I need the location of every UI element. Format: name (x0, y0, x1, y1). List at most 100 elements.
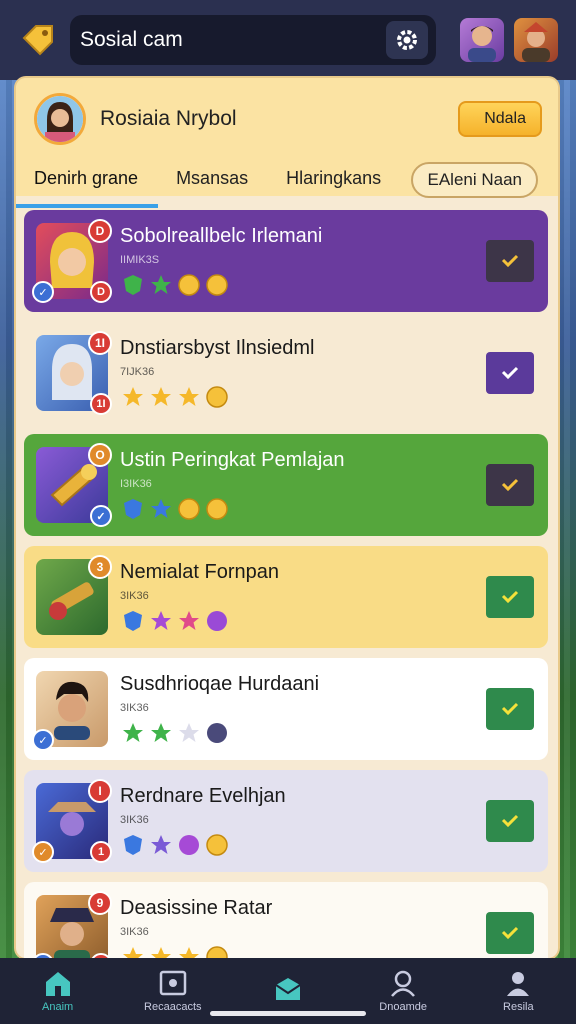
nav-records[interactable]: Recaacacts (123, 969, 223, 1013)
mail-icon (275, 978, 301, 1000)
list-item[interactable]: ✓ Susdhrioqae Hurdaani 3I​K36 (24, 658, 548, 760)
home-icon (45, 972, 70, 996)
star-icon (148, 272, 174, 298)
star-icon (148, 496, 174, 522)
level-badge: ✓ (32, 729, 54, 751)
check-icon (501, 702, 519, 716)
profile-name: Rosiaia Nrybol (100, 107, 237, 130)
bottom-navigation: Anaim Recaacacts Dnoamde Resila (0, 958, 576, 1024)
active-tab-indicator (16, 204, 158, 208)
gem-icon (176, 832, 202, 858)
row-subtitle: 3I​K36 (120, 925, 149, 938)
shield-icon (120, 608, 146, 634)
panel-header: Rosiaia Nrybol Ndala Denirh grane Msansa… (16, 78, 558, 208)
tag-icon[interactable] (18, 20, 58, 60)
list-item[interactable]: 3 Nemialat Fornpan 3I​K36 (24, 546, 548, 648)
token-icon (204, 720, 230, 746)
row-subtitle: I​I​M​IK3S (120, 253, 160, 266)
row-title: Nemialat Fornpan (120, 560, 279, 583)
star-icon (176, 944, 202, 958)
header-action-button[interactable]: Ndala (458, 101, 542, 137)
check-icon (501, 590, 519, 604)
gear-icon (397, 30, 417, 50)
rank-badge: 1I (88, 331, 112, 355)
search-input[interactable]: Sosial cam (70, 15, 436, 65)
score-badge: 1I (90, 393, 112, 415)
star-icon (176, 608, 202, 634)
select-checkbox[interactable] (486, 912, 534, 954)
check-icon (501, 254, 519, 268)
top-bar: Sosial cam (0, 0, 576, 80)
check-icon (501, 926, 519, 940)
player-portrait: 9 ✓ 3 (32, 891, 112, 958)
shield-icon (120, 496, 146, 522)
rank-badge: 9 (88, 891, 112, 915)
score-badge: D (90, 281, 112, 303)
friend-avatar-2[interactable] (514, 18, 558, 62)
nav-discover[interactable]: Dnoamde (353, 969, 453, 1013)
select-checkbox[interactable] (486, 464, 534, 506)
star-icon (120, 720, 146, 746)
rank-badge: 3 (88, 555, 112, 579)
score-badge: 1 (90, 841, 112, 863)
coin-icon (204, 384, 230, 410)
star-icon (148, 384, 174, 410)
item-portrait: O ✓ (36, 443, 112, 527)
level-badge: ✓ (32, 281, 54, 303)
tab-3[interactable]: Hlaringkans (286, 154, 381, 202)
list-item[interactable]: 1I 1I Dnstiarsbyst Ilnsiedml 7I​JK36 (24, 322, 548, 424)
select-checkbox[interactable] (486, 800, 534, 842)
row-title: Ustin Peringkat Pemlajan (120, 448, 345, 471)
select-checkbox[interactable] (486, 576, 534, 618)
tab-1[interactable]: Denirh grane (34, 154, 138, 202)
select-checkbox[interactable] (486, 240, 534, 282)
list-item[interactable]: O ✓ Ustin Peringkat Pemlajan I3I​K36 (24, 434, 548, 536)
star-icon (120, 944, 146, 958)
nav-messages[interactable] (238, 975, 338, 1007)
rank-badge: I (88, 779, 112, 803)
list-item[interactable]: I ✓ 1 Rerdnare Evelhjan 3I​K36 (24, 770, 548, 872)
list-item[interactable]: 9 ✓ 3 Deasissine Ratar 3I​K36 (24, 882, 548, 958)
row-title: Rerdnare Evelhjan (120, 784, 286, 807)
row-subtitle: 3I​K36 (120, 589, 149, 602)
settings-button[interactable] (386, 21, 428, 59)
row-title: Dnstiarsbyst Ilnsiedml (120, 336, 315, 359)
coin-icon (204, 832, 230, 858)
user-icon (507, 972, 530, 996)
player-portrait: ✓ (32, 671, 108, 751)
star-icon (176, 384, 202, 410)
coin-icon (204, 272, 230, 298)
star-icon (148, 832, 174, 858)
tab-2[interactable]: Msansas (176, 154, 248, 202)
star-icon (176, 720, 202, 746)
search-user-icon (391, 970, 416, 997)
shield-icon (120, 832, 146, 858)
home-indicator[interactable] (210, 1011, 366, 1016)
nav-label: Recaacacts (144, 1001, 202, 1013)
list-item[interactable]: D ✓ D Sobolreallbelc Irlemani I​I​M​IK3S (24, 210, 548, 312)
profile-avatar[interactable] (34, 93, 86, 145)
nav-label: Dnoamde (379, 1001, 427, 1013)
level-badge: ✓ (32, 841, 54, 863)
player-portrait: I ✓ 1 (32, 779, 112, 863)
item-portrait: 3 (36, 555, 112, 635)
filter-pill-button[interactable]: EAleni Naan (411, 162, 538, 198)
row-subtitle: 3I​K36 (120, 813, 149, 826)
row-subtitle: 7I​JK36 (120, 365, 155, 378)
friend-avatar-1[interactable] (460, 18, 504, 62)
check-icon (501, 366, 519, 380)
row-subtitle: 3I​K36 (120, 701, 149, 714)
nav-profile[interactable]: Resila (468, 969, 568, 1013)
coin-icon (204, 496, 230, 522)
nav-label: Anaim (42, 1001, 74, 1013)
row-title: Susdhrioqae Hurdaani (120, 672, 320, 695)
select-checkbox[interactable] (486, 352, 534, 394)
row-subtitle: I3I​K36 (120, 477, 152, 490)
nav-home[interactable]: Anaim (8, 969, 108, 1013)
star-icon (148, 944, 174, 958)
gem-icon (204, 608, 230, 634)
select-checkbox[interactable] (486, 688, 534, 730)
player-portrait: D ✓ D (32, 219, 112, 303)
star-icon (148, 608, 174, 634)
check-icon (501, 814, 519, 828)
